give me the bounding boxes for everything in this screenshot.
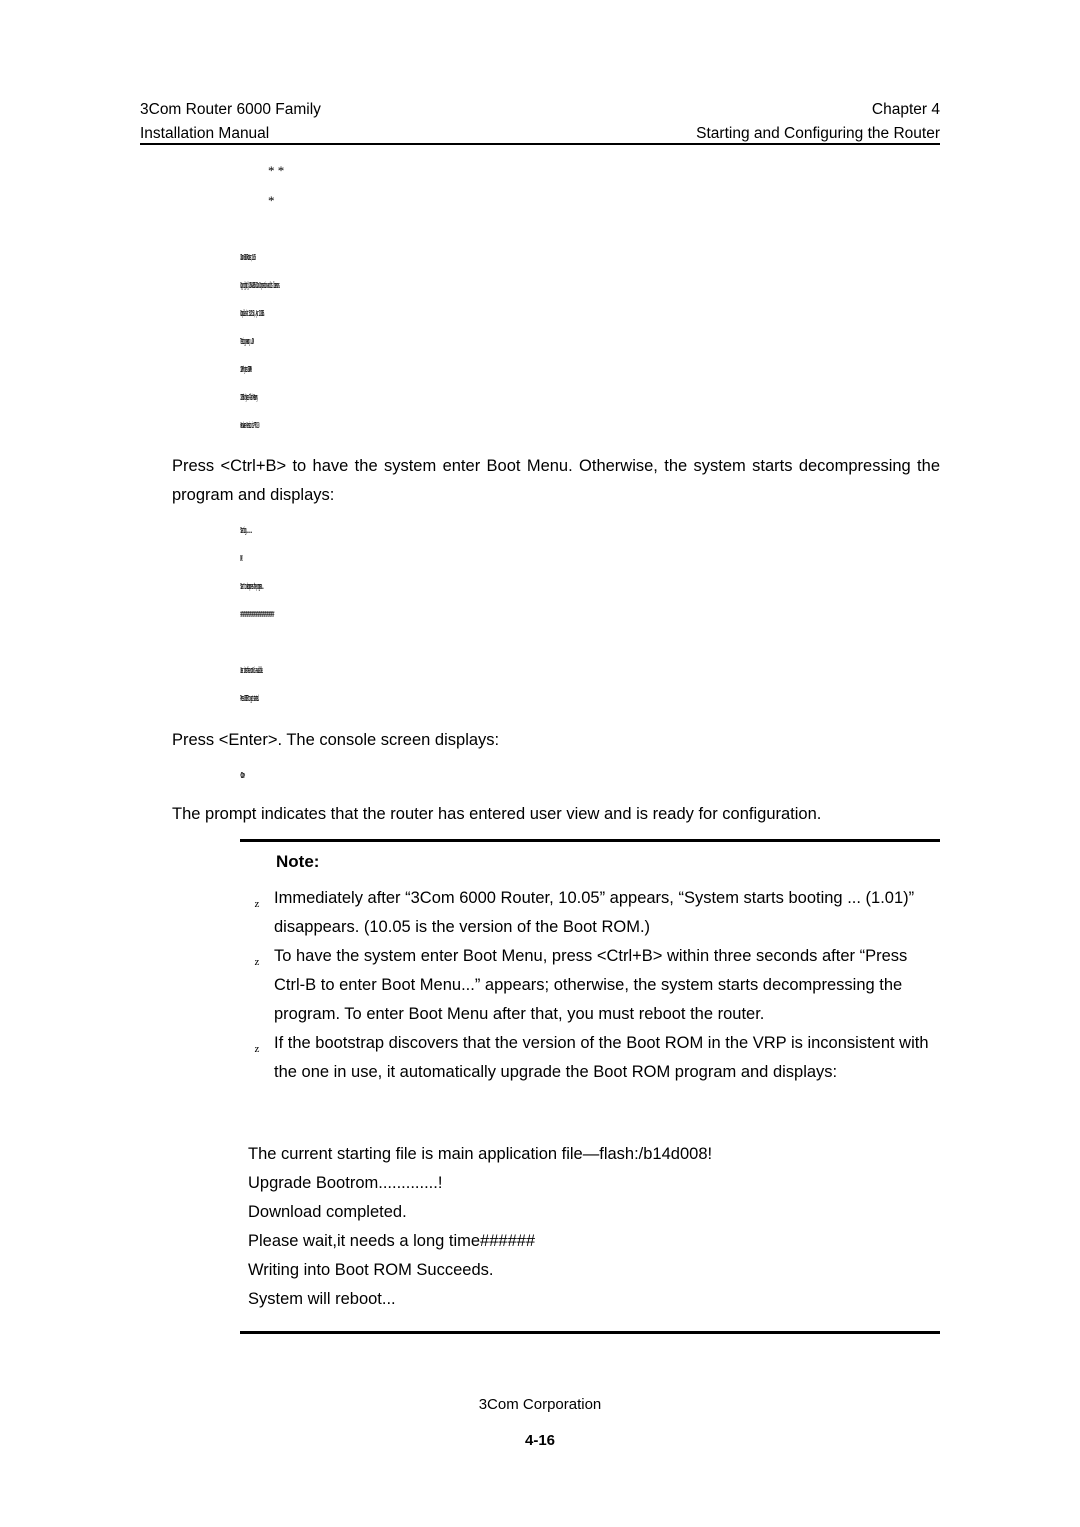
note-list-item: z If the bootstrap discovers that the ve…: [240, 1029, 940, 1087]
note-item-text: To have the system enter Boot Menu, pres…: [274, 947, 908, 1023]
bullet-icon: z: [254, 898, 260, 910]
console-line-version: 3Com 6000 Router,10.05: [240, 253, 256, 263]
note-divider-bottom: [240, 1331, 940, 1334]
console-line-decompress: Start to decompress the program...: [240, 582, 264, 592]
note-output-line: Upgrade Bootrom.............!: [248, 1174, 443, 1192]
paragraph-press-enter: Press <Enter>. The console screen displa…: [172, 731, 500, 749]
note-item-text: Immediately after “3Com 6000 Router, 10.…: [274, 889, 915, 936]
console-star-line-1: * *: [268, 163, 285, 178]
console-line-memtest: Testing memory...OK!: [240, 337, 255, 347]
console-line-press-enter: Press ENTER to get started.: [240, 694, 260, 704]
console-line-progress: ########################################…: [240, 610, 274, 620]
note-divider-top: [240, 839, 940, 842]
console-line-ok: OK!: [240, 554, 243, 564]
note-upgrade-output: The current starting file is main applic…: [248, 1140, 948, 1314]
header-divider: [140, 143, 940, 145]
footer-corporation: 3Com Corporation: [478, 1396, 602, 1413]
note-list-item: z Immediately after “3Com 6000 Router, 1…: [240, 884, 940, 942]
header-row-1: 3Com Router 6000 Family Chapter 4: [140, 98, 940, 122]
note-list: z Immediately after “3Com 6000 Router, 1…: [240, 884, 940, 1087]
console-line-sdram: 128M bytes SDRAM: [240, 365, 252, 375]
note-output-line: Writing into Boot ROM Succeeds.: [248, 1261, 494, 1279]
header-chapter: Chapter 4: [871, 101, 940, 118]
paragraph-prompt-explanation: The prompt indicates that the router has…: [172, 805, 822, 823]
console-prompt: <3Com>: [240, 771, 245, 781]
console-star-line-2: *: [268, 193, 275, 208]
note-title: Note:: [276, 852, 320, 871]
note-output-line: Please wait,it needs a long time######: [248, 1232, 536, 1250]
console-line-con0: User interface con0 is available.: [240, 666, 264, 676]
paragraph-press-ctrl-b: Press <Ctrl+B> to have the system enter …: [172, 457, 940, 504]
bullet-icon: z: [254, 1043, 260, 1055]
page-header: 3Com Router 6000 Family Chapter 4 Instal…: [140, 98, 940, 146]
note-output-line: System will reboot...: [248, 1290, 396, 1308]
console-line-copyright: Copyright(c) 2004-2005 3Com Corporation …: [240, 281, 281, 291]
bullet-icon: z: [254, 956, 260, 968]
note-list-item: z To have the system enter Boot Menu, pr…: [240, 942, 940, 1029]
note-item-text: If the bootstrap discovers that the vers…: [274, 1034, 929, 1081]
header-product-title: 3Com Router 6000 Family: [140, 101, 321, 118]
console-line-compiled: Compiled at 15:21:50 , Apr 13 2005.: [240, 309, 265, 319]
note-output-line: The current starting file is main applic…: [248, 1145, 713, 1163]
console-line-hardware: Hardware Version is MTR 2.0: [240, 421, 260, 431]
console-line-flash: 32768k bytes Flash Memory: [240, 393, 258, 403]
document-page: 3Com Router 6000 Family Chapter 4 Instal…: [0, 0, 1080, 1527]
note-output-line: Download completed.: [248, 1203, 407, 1221]
footer-page-number: 4-16: [524, 1432, 556, 1449]
console-line-starting: Starting.........: [240, 526, 253, 536]
